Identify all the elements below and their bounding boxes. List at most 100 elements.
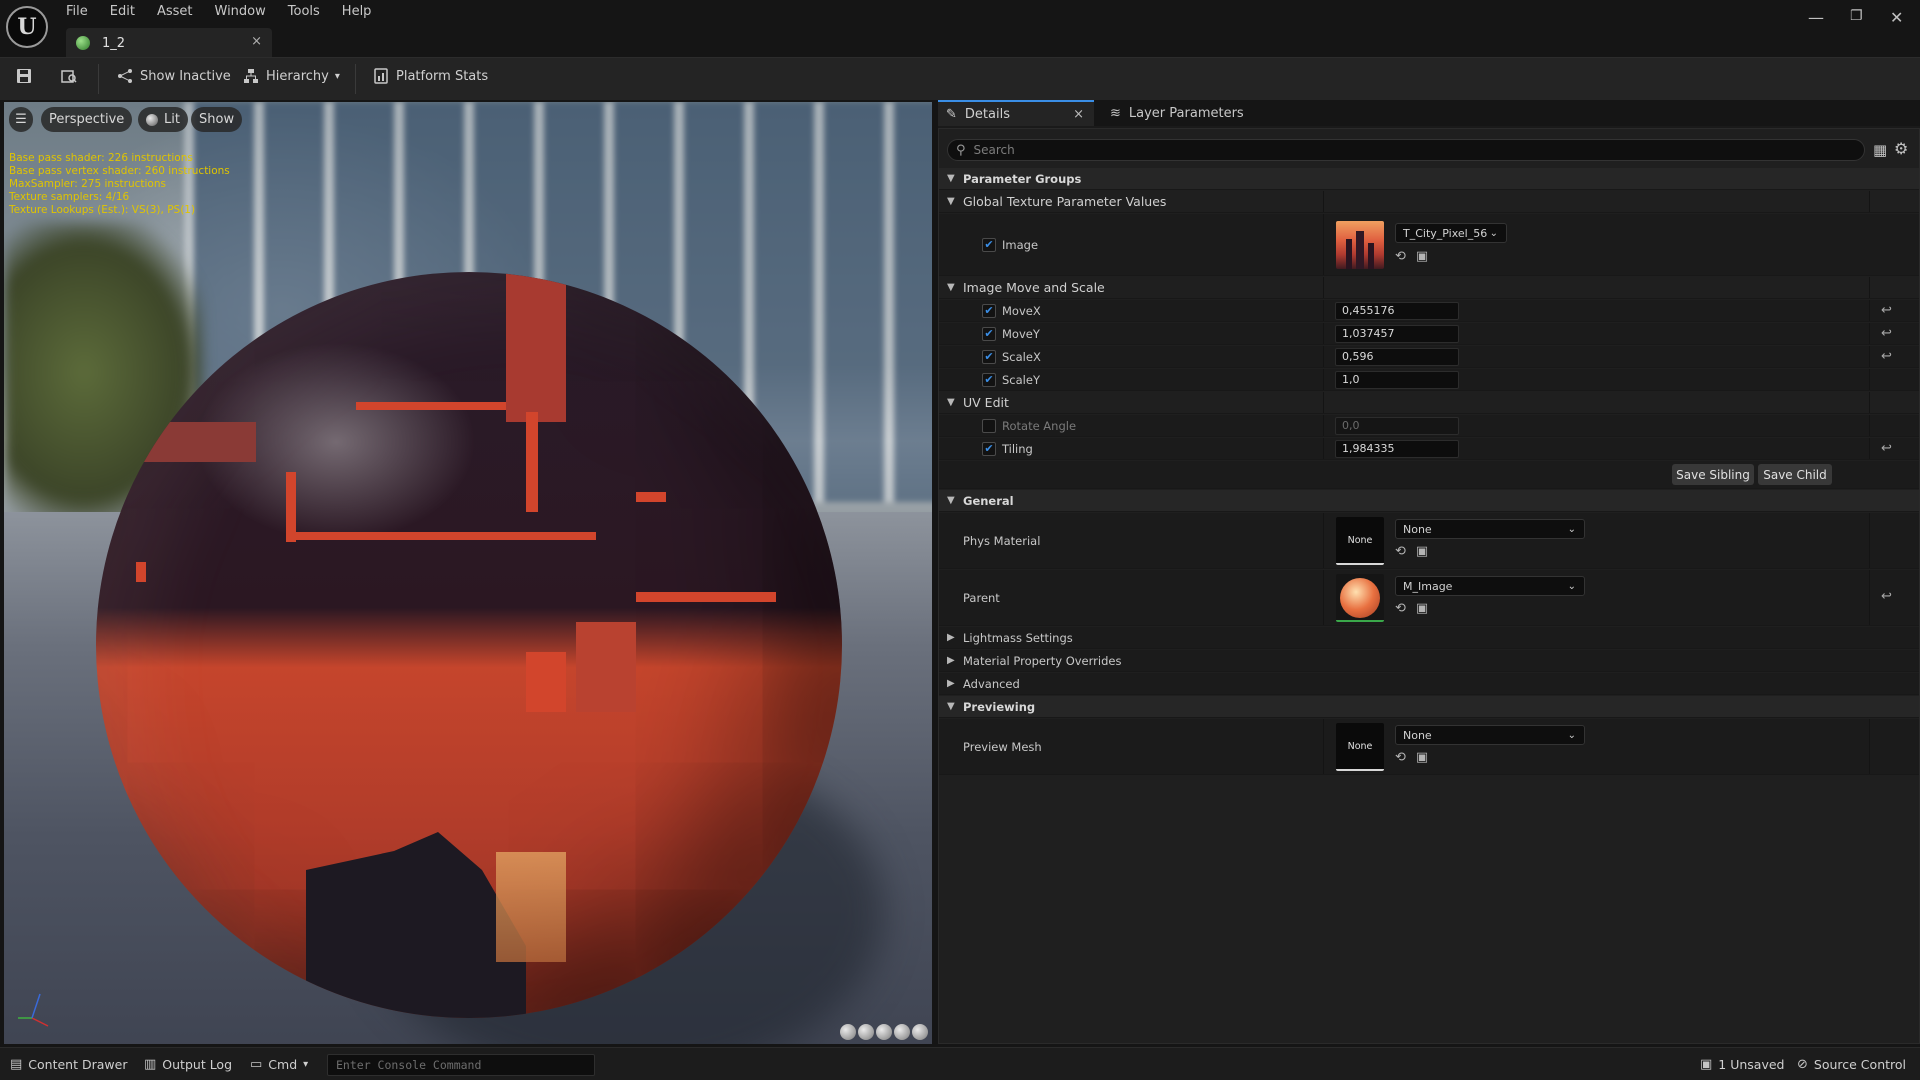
column-divider	[1869, 191, 1870, 212]
scaley-value-field[interactable]: 1,0	[1335, 371, 1459, 389]
phys-material-dropdown[interactable]: None ⌄	[1395, 519, 1585, 539]
scalex-override-checkbox[interactable]: ✔	[982, 349, 996, 364]
viewport[interactable]: Base pass shader: 226 instructions Base …	[4, 102, 932, 1044]
viewport-options-button[interactable]: ☰	[9, 107, 33, 132]
parameter-groups-header[interactable]: ▼ Parameter Groups	[939, 168, 1919, 190]
menu-asset[interactable]: Asset	[157, 4, 193, 19]
show-flags-button[interactable]: Show	[191, 107, 243, 132]
material-property-overrides-row[interactable]: ▶ Material Property Overrides	[939, 650, 1919, 672]
close-window-icon[interactable]: ✕	[1890, 8, 1903, 27]
image-override-checkbox[interactable]: ✔	[982, 237, 996, 252]
tiling-override-checkbox[interactable]: ✔	[982, 441, 996, 456]
reset-to-default-icon[interactable]: ↩	[1881, 303, 1892, 318]
column-divider	[1869, 513, 1870, 568]
axis-gizmo-icon	[18, 993, 49, 1027]
material-preview-sphere[interactable]	[96, 272, 842, 1018]
movex-value-field[interactable]: 0,455176	[1335, 302, 1459, 320]
reset-to-default-icon[interactable]: ↩	[1881, 441, 1892, 456]
tab-layer-parameters[interactable]: ≋ Layer Parameters	[1102, 100, 1244, 126]
content-drawer-button[interactable]: ▤ Content Drawer	[10, 1057, 127, 1072]
menu-help[interactable]: Help	[342, 4, 372, 19]
menu-file[interactable]: File	[66, 4, 88, 19]
cmd-dropdown[interactable]: ▭ Cmd ▾	[250, 1057, 308, 1072]
use-selected-asset-icon[interactable]: ⟲	[1395, 249, 1406, 264]
use-selected-asset-icon[interactable]: ⟲	[1395, 601, 1406, 616]
global-texture-group-header[interactable]: ▼ Global Texture Parameter Values	[939, 191, 1919, 213]
movey-override-checkbox[interactable]: ✔	[982, 326, 996, 341]
close-tab-icon[interactable]: ×	[1073, 107, 1084, 122]
advanced-row[interactable]: ▶ Advanced	[939, 673, 1919, 695]
browse-folder-icon[interactable]: ▣	[1416, 544, 1428, 559]
column-divider	[1323, 300, 1324, 321]
cmd-label: Cmd	[268, 1057, 298, 1072]
save-button[interactable]	[16, 68, 39, 84]
previewing-section-header[interactable]: ▼ Previewing	[939, 696, 1919, 718]
lightmass-settings-row[interactable]: ▶ Lightmass Settings	[939, 627, 1919, 649]
browse-folder-icon[interactable]: ▣	[1416, 601, 1428, 616]
texture-asset-dropdown[interactable]: T_City_Pixel_56 ⌄	[1395, 223, 1507, 243]
browse-asset-button[interactable]	[61, 68, 84, 84]
movex-override-checkbox[interactable]: ✔	[982, 303, 996, 318]
move-scale-group-header[interactable]: ▼ Image Move and Scale	[939, 277, 1919, 299]
hierarchy-button[interactable]: Hierarchy ▾	[243, 68, 340, 84]
gear-icon[interactable]: ⚙	[1894, 139, 1908, 158]
use-selected-asset-icon[interactable]: ⟲	[1395, 750, 1406, 765]
phys-material-thumbnail[interactable]: None	[1336, 517, 1384, 565]
console-command-input[interactable]	[327, 1054, 595, 1076]
menu-edit[interactable]: Edit	[110, 4, 135, 19]
search-input[interactable]	[973, 143, 1834, 157]
scalex-value-field[interactable]: 0,596	[1335, 348, 1459, 366]
collapse-arrow-icon: ▼	[947, 700, 955, 712]
reset-to-default-icon[interactable]: ↩	[1881, 589, 1892, 604]
scaley-override-checkbox[interactable]: ✔	[982, 372, 996, 387]
show-inactive-button[interactable]: Show Inactive	[117, 68, 231, 84]
output-log-button[interactable]: ▥ Output Log	[144, 1057, 232, 1072]
tiling-value-field[interactable]: 1,984335	[1335, 440, 1459, 458]
plane-preview-icon[interactable]	[876, 1024, 892, 1040]
source-control-button[interactable]: ⊘ Source Control	[1797, 1057, 1906, 1072]
movey-value-field[interactable]: 1,037457	[1335, 325, 1459, 343]
collapse-arrow-icon: ▼	[947, 281, 955, 293]
view-mode-lit-button[interactable]: Lit	[138, 107, 188, 132]
reset-to-default-icon[interactable]: ↩	[1881, 326, 1892, 341]
column-divider	[1869, 438, 1870, 459]
close-tab-icon[interactable]: ×	[251, 34, 262, 49]
status-bar: ▤ Content Drawer ▥ Output Log ▭ Cmd ▾ ▣ …	[0, 1047, 1920, 1080]
general-section-header[interactable]: ▼ General	[939, 490, 1919, 512]
unsaved-button[interactable]: ▣ 1 Unsaved	[1700, 1057, 1785, 1072]
texture-thumbnail[interactable]	[1336, 221, 1384, 269]
menu-window[interactable]: Window	[215, 4, 266, 19]
browse-folder-icon[interactable]: ▣	[1416, 750, 1428, 765]
unreal-logo-icon[interactable]: U	[6, 6, 48, 48]
rotate-angle-value-field[interactable]: 0,0	[1335, 417, 1459, 435]
parent-material-sphere	[1340, 578, 1380, 618]
uv-edit-group-header[interactable]: ▼ UV Edit	[939, 392, 1919, 414]
preview-mesh-thumbnail[interactable]: None	[1336, 723, 1384, 771]
cylinder-preview-icon[interactable]	[840, 1024, 856, 1040]
pixel-texture-strip	[136, 422, 256, 462]
parent-material-thumbnail[interactable]	[1336, 574, 1384, 622]
menu-tools[interactable]: Tools	[288, 4, 320, 19]
preview-mesh-label: Preview Mesh	[963, 739, 1042, 754]
reset-to-default-icon[interactable]: ↩	[1881, 349, 1892, 364]
save-child-button[interactable]: Save Child	[1758, 464, 1832, 485]
perspective-button[interactable]: Perspective	[41, 107, 133, 132]
browse-folder-icon[interactable]: ▣	[1416, 249, 1428, 264]
document-tab[interactable]: 1_2 ×	[66, 28, 272, 58]
save-sibling-button[interactable]: Save Sibling	[1672, 464, 1754, 485]
parent-material-dropdown[interactable]: M_Image ⌄	[1395, 576, 1585, 596]
preview-mesh-dropdown[interactable]: None ⌄	[1395, 725, 1585, 745]
cube-preview-icon[interactable]	[894, 1024, 910, 1040]
rotate-angle-override-checkbox[interactable]: ✔	[982, 418, 996, 433]
asset-actions: ⟲ ▣	[1395, 249, 1438, 264]
pixel-texture-strip	[526, 652, 566, 712]
restore-icon[interactable]: ❐	[1850, 8, 1863, 24]
platform-stats-button[interactable]: Platform Stats	[373, 68, 488, 84]
sphere-preview-icon[interactable]	[858, 1024, 874, 1040]
tab-details[interactable]: ✎ Details ×	[938, 100, 1094, 126]
thumbnail-building-shape	[1356, 231, 1364, 269]
use-selected-asset-icon[interactable]: ⟲	[1395, 544, 1406, 559]
table-view-icon[interactable]: ▦	[1873, 141, 1887, 159]
minimize-icon[interactable]: —	[1808, 8, 1824, 27]
mesh-preview-icon[interactable]	[912, 1024, 928, 1040]
